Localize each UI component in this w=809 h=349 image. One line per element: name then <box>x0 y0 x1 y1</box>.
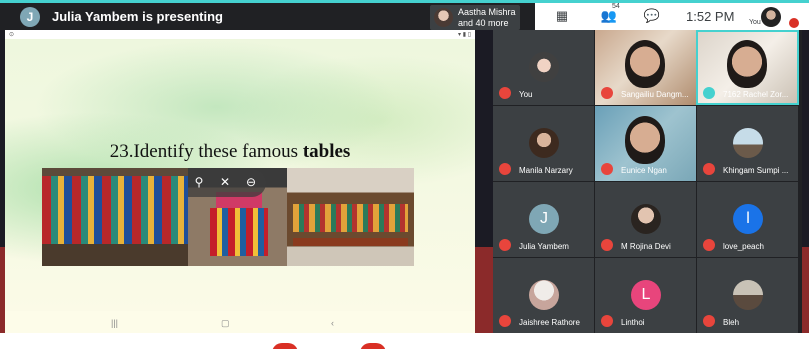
slide-title-bold: tables <box>302 141 351 162</box>
presentation-controls: ⚲ ✕ ⊖ <box>188 169 266 197</box>
mic-off-icon <box>499 315 511 327</box>
participant-tile[interactable]: J Julia Yambem <box>493 182 594 257</box>
pin-icon[interactable]: ⚲ <box>192 175 206 189</box>
presenter-avatar: J <box>20 7 40 27</box>
photo3-base <box>293 238 408 246</box>
photo2-table <box>210 208 268 256</box>
participant-tile[interactable]: L Linthoi <box>595 258 696 333</box>
android-nav-bar: ||| ▢ ‹ <box>5 316 475 334</box>
participant-tile[interactable]: Khingam Sumpi ... <box>697 106 798 181</box>
chip-name: Aastha Mishra <box>458 7 516 17</box>
mic-off-icon <box>499 239 511 251</box>
participant-avatar: L <box>631 280 661 310</box>
clock: 1:52 PM <box>686 9 735 24</box>
participant-grid: You Sangailiu Dangm... 7162 Rachel Zor..… <box>493 30 802 333</box>
mic-off-icon <box>499 87 511 99</box>
bottom-controls-strip <box>0 333 809 349</box>
people-count-badge: 54 <box>612 3 620 10</box>
slide-title-prefix: 23.Identify these famous <box>109 141 303 162</box>
people-icon[interactable]: 👥 <box>600 8 618 24</box>
layout-grid-icon[interactable]: ▦ <box>553 8 571 24</box>
participant-avatar <box>733 128 763 158</box>
status-system-icons: ▾ ▮ ▯ <box>458 32 471 38</box>
mic-off-icon <box>601 87 613 99</box>
participant-tile[interactable]: Jaishree Rathore <box>493 258 594 333</box>
participant-tile[interactable]: Manila Narzary <box>493 106 594 181</box>
minimize-icon[interactable]: ⊖ <box>244 175 258 189</box>
mic-off-icon <box>601 163 613 175</box>
participant-video <box>625 40 665 88</box>
self-avatar[interactable] <box>761 7 781 27</box>
participant-avatar: l <box>733 204 763 234</box>
presentation-status-bar: ⊙ ▾ ▮ ▯ <box>5 30 475 39</box>
photo3-carving <box>293 204 408 232</box>
meeting-screen: J Julia Yambem is presenting Aastha Mish… <box>0 0 809 349</box>
chip-avatar <box>434 8 453 27</box>
participant-video <box>625 116 665 164</box>
active-speaker-border <box>696 30 799 105</box>
participant-name: Jaishree Rathore <box>519 318 580 327</box>
participant-tile[interactable]: M Rojina Devi <box>595 182 696 257</box>
mute-all-icon[interactable]: ✕ <box>218 175 232 189</box>
status-dot-icon: ⊙ <box>9 32 15 38</box>
participant-name: Manila Narzary <box>519 166 573 175</box>
participant-name: Eunice Ngan <box>621 166 667 175</box>
participant-name: Bleh <box>723 318 740 327</box>
participant-avatar <box>529 280 559 310</box>
participant-avatar <box>529 52 559 82</box>
self-label: You <box>749 19 761 26</box>
self-mute-icon <box>789 18 799 28</box>
participant-name: You <box>519 90 533 99</box>
participant-avatar <box>733 280 763 310</box>
participant-name: Sangailiu Dangm... <box>621 90 689 99</box>
mic-off-icon <box>703 163 715 175</box>
chat-icon[interactable]: 💬 <box>643 8 661 24</box>
participant-tile[interactable]: You <box>493 30 594 105</box>
table-photo-3 <box>287 168 414 266</box>
nav-recents-icon[interactable]: ||| <box>111 318 118 328</box>
slide-title: 23.Identify these famous tables <box>5 141 455 163</box>
participant-name: Khingam Sumpi ... <box>723 166 789 175</box>
nav-home-icon[interactable]: ▢ <box>221 318 230 329</box>
participant-name: Julia Yambem <box>519 242 569 251</box>
participant-tile[interactable]: Bleh <box>697 258 798 333</box>
mic-off-icon <box>703 315 715 327</box>
participant-tile[interactable]: Eunice Ngan <box>595 106 696 181</box>
participants-chip[interactable]: Aastha Mishra and 40 more <box>430 5 520 30</box>
mic-off-icon <box>601 239 613 251</box>
participant-tile[interactable]: Sangailiu Dangm... <box>595 30 696 105</box>
chip-more: and 40 more <box>458 18 509 28</box>
participant-tile[interactable]: l love_peach <box>697 182 798 257</box>
mic-off-icon <box>499 163 511 175</box>
mic-off-icon <box>601 315 613 327</box>
nav-back-icon[interactable]: ‹ <box>331 318 334 328</box>
participant-name: M Rojina Devi <box>621 242 671 251</box>
table-photo-1 <box>42 168 188 266</box>
participant-avatar: J <box>529 204 559 234</box>
participant-name: Linthoi <box>621 318 645 327</box>
mic-off-icon <box>703 239 715 251</box>
participant-avatar <box>631 204 661 234</box>
participant-avatar <box>529 128 559 158</box>
participant-name: love_peach <box>723 242 764 251</box>
presenting-label: Julia Yambem is presenting <box>52 9 223 24</box>
